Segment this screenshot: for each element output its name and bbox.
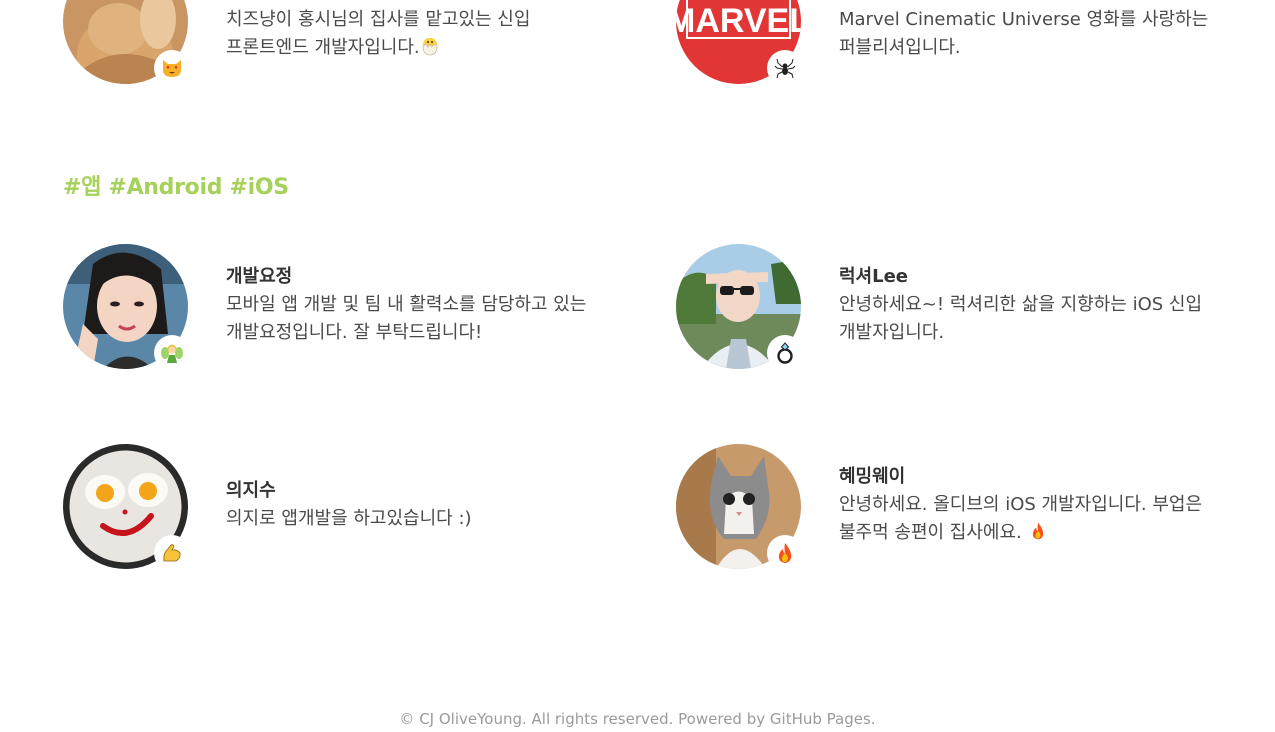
member-description: 안녕하세요. 올디브의 iOS 개발자입니다. 부업은 불주먹 송편이 집사에요… bbox=[839, 491, 1229, 550]
avatar bbox=[63, 444, 190, 571]
member-description: 안녕하세요~! 럭셔리한 삶을 지향하는 iOS 신입 개발자입니다. bbox=[839, 294, 1203, 343]
member-info: Marvel Cinematic Universe 영화를 사랑하는 퍼블리셔입… bbox=[839, 6, 1229, 62]
fire-icon bbox=[1028, 521, 1048, 550]
member-description: 모바일 앱 개발 및 팀 내 활력소를 담당하고 있는 개발요정입니다. 잘 부… bbox=[226, 294, 587, 343]
powered-by-text: Powered by bbox=[678, 710, 766, 728]
member-info: 혜밍웨이 안녕하세요. 올디브의 iOS 개발자입니다. 부업은 불주먹 송편이… bbox=[839, 463, 1229, 550]
footer: © CJ OliveYoung. All rights reserved. Po… bbox=[0, 707, 1275, 731]
member-info: 치즈냥이 홍시님의 집사를 맡고있는 신입 프론트엔드 개발자입니다. bbox=[226, 6, 616, 65]
member-description: Marvel Cinematic Universe 영화를 사랑하는 퍼블리셔입… bbox=[839, 9, 1209, 58]
ring-icon bbox=[767, 335, 803, 371]
member-info: 개발요정 모바일 앱 개발 및 팀 내 활력소를 담당하고 있는 개발요정입니다… bbox=[226, 263, 616, 347]
marvel-logo-text: MARVEL bbox=[676, 2, 801, 40]
heart-eyes-cat-icon bbox=[154, 50, 190, 86]
member-name: 혜밍웨이 bbox=[839, 466, 906, 487]
hatching-chick-icon bbox=[420, 36, 440, 65]
member-info: 럭셔Lee 안녕하세요~! 럭셔리한 삶을 지향하는 iOS 신입 개발자입니다… bbox=[839, 263, 1229, 347]
fire-icon bbox=[767, 535, 803, 571]
avatar: MARVEL bbox=[676, 0, 803, 86]
spider-icon bbox=[767, 50, 803, 86]
member-name: 개발요정 bbox=[226, 266, 293, 287]
avatar bbox=[63, 244, 190, 371]
github-pages-link[interactable]: GitHub Pages. bbox=[770, 710, 876, 728]
member-name: 의지수 bbox=[226, 480, 276, 501]
member-description: 치즈냥이 홍시님의 집사를 맡고있는 신입 프론트엔드 개발자입니다. bbox=[226, 6, 616, 65]
member-name: 럭셔Lee bbox=[839, 266, 909, 287]
member-description: 의지로 앱개발을 하고있습니다 :) bbox=[226, 508, 472, 529]
avatar bbox=[676, 444, 803, 571]
copyright-text: © CJ OliveYoung. All rights reserved. bbox=[399, 710, 674, 728]
section-title: #앱 #Android #iOS bbox=[63, 175, 289, 200]
avatar bbox=[676, 244, 803, 371]
fairy-icon bbox=[154, 335, 190, 371]
avatar bbox=[63, 0, 190, 86]
member-info: 의지수 의지로 앱개발을 하고있습니다 :) bbox=[226, 477, 616, 533]
flexed-biceps-icon bbox=[154, 535, 190, 571]
